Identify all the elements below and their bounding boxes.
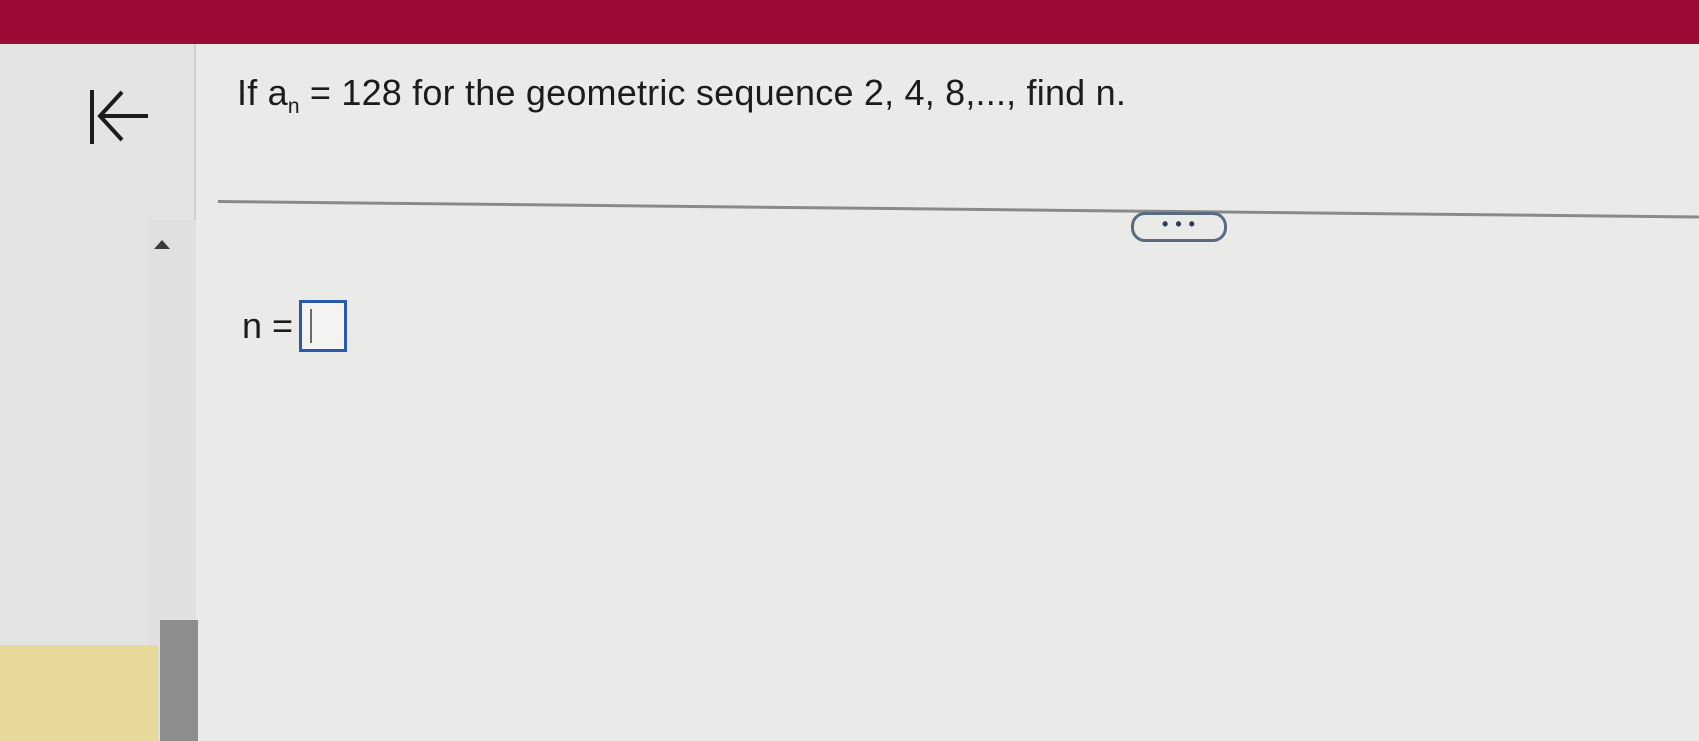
- top-bar: [0, 0, 1699, 44]
- more-options-button[interactable]: • • •: [1131, 212, 1227, 242]
- section-divider: [217, 200, 1699, 219]
- question-text: If an = 128 for the geometric sequence 2…: [237, 72, 1126, 119]
- answer-label: n =: [242, 305, 294, 346]
- arrow-to-first-icon: [90, 90, 148, 144]
- scrollbar-thumb[interactable]: [160, 620, 198, 741]
- question-page: If an = 128 for the geometric sequence 2…: [0, 0, 1699, 741]
- answer-input[interactable]: [299, 300, 348, 352]
- question-prefix: If a: [237, 72, 288, 113]
- scroll-up-arrow-icon[interactable]: [154, 240, 170, 249]
- side-panel-highlight: [0, 645, 158, 741]
- question-suffix: = 128 for the geometric sequence 2, 4, 8…: [299, 72, 1127, 113]
- text-caret: [310, 309, 313, 343]
- answer-row: n =: [242, 300, 348, 352]
- question-subscript: n: [287, 95, 300, 118]
- first-question-button[interactable]: [84, 82, 164, 162]
